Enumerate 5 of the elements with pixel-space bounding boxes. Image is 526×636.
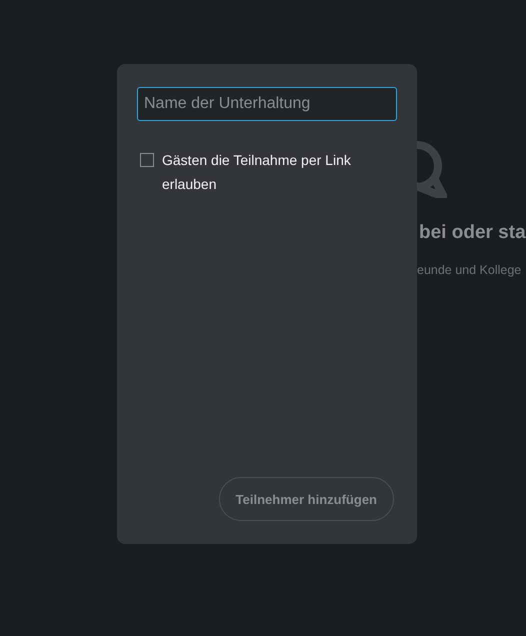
checkbox-label: Gästen die Teilnahme per Link erlauben [162, 151, 352, 194]
conversation-name-field[interactable]: Name der Unterhaltung [137, 87, 397, 121]
checkbox[interactable] [140, 153, 154, 167]
empty-state-text: eunde und Kollege [417, 263, 522, 277]
empty-state-heading: bei oder sta [419, 222, 526, 244]
